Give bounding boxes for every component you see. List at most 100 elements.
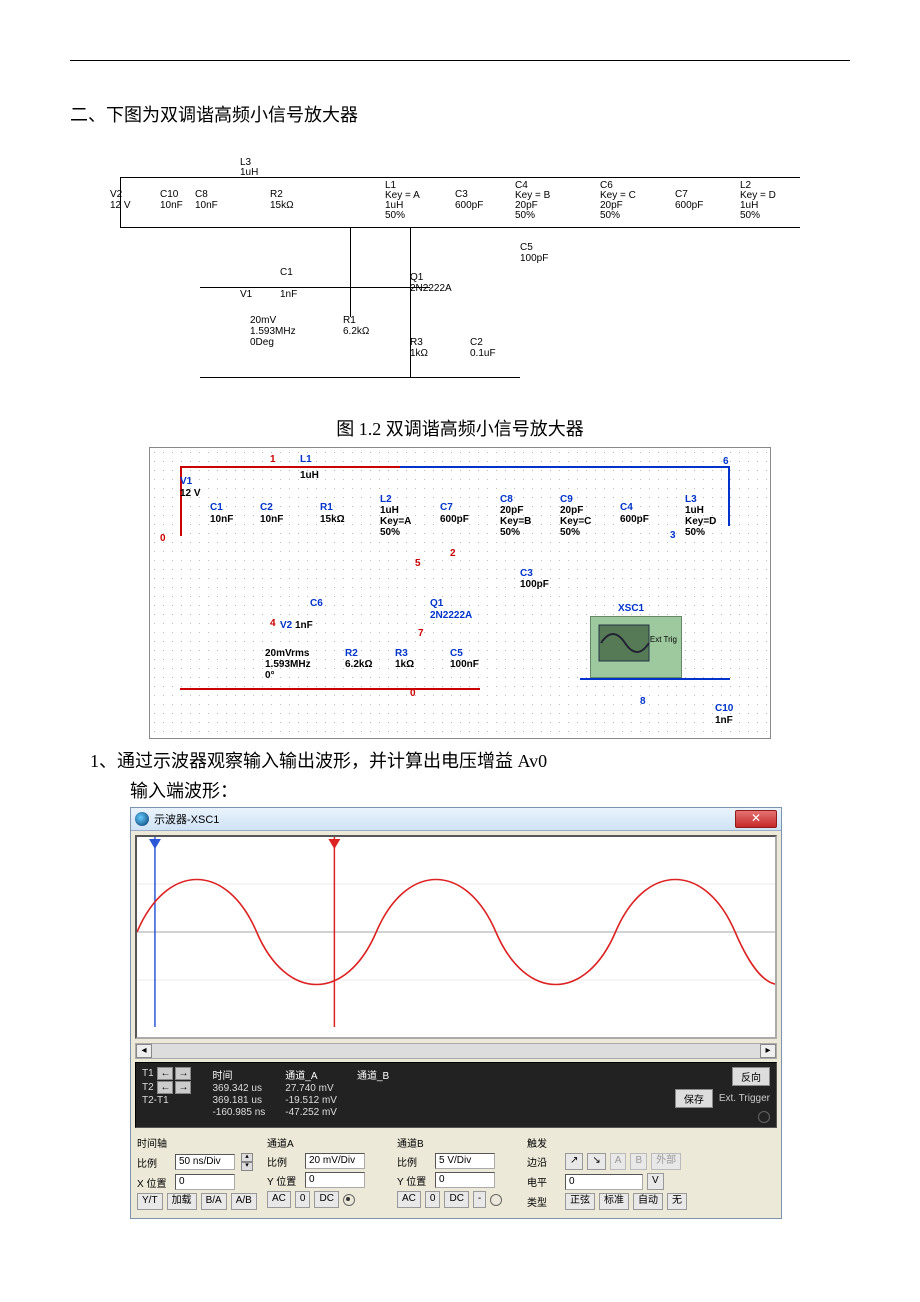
chB-inv-button[interactable]: - (473, 1191, 486, 1208)
t2-left[interactable]: ← (157, 1081, 173, 1094)
lbl-C5: C5 (520, 242, 533, 253)
type-none-button[interactable]: 无 (667, 1193, 687, 1210)
xpos-field[interactable]: 0 (175, 1174, 235, 1190)
val2-L2c: 50% (380, 527, 400, 538)
chB-hdr2: 通道B (397, 1135, 517, 1150)
val2-C4: 600pF (620, 514, 649, 525)
dt-time: -160.985 ns (212, 1107, 265, 1118)
edge-B-button[interactable]: B (630, 1153, 647, 1170)
dt-chA: -47.252 mV (285, 1107, 337, 1118)
val2-L3a: 1uH (685, 505, 704, 516)
chB-scale-field[interactable]: 5 V/Div (435, 1153, 495, 1169)
time-scale-dn[interactable]: ▾ (241, 1162, 253, 1171)
lbl2-C3: C3 (520, 568, 533, 579)
edge-rise-button[interactable]: ↗ (565, 1153, 583, 1170)
lbl2-C4: C4 (620, 502, 633, 513)
val2-R2: 6.2kΩ (345, 659, 372, 670)
ab-button[interactable]: A/B (231, 1193, 257, 1210)
val-C1: 1nF (280, 289, 297, 300)
chA-radio[interactable] (343, 1194, 355, 1206)
chA-ypos-field[interactable]: 0 (305, 1172, 365, 1188)
val2-C1: 10nF (210, 514, 233, 525)
t1-right[interactable]: → (175, 1067, 191, 1080)
val2-C8a: 20pF (500, 505, 523, 516)
oscilloscope-window: 示波器-XSC1 ✕ ◂ ▸ (130, 807, 782, 1219)
edge-lab: 边沿 (527, 1154, 561, 1169)
yt-button[interactable]: Y/T (137, 1193, 163, 1210)
time-scale-field[interactable]: 50 ns/Div (175, 1154, 235, 1170)
t1-left[interactable]: ← (157, 1067, 173, 1080)
type-std-button[interactable]: 标准 (599, 1193, 629, 1210)
chA-scale-lab: 比例 (267, 1154, 301, 1169)
time-hdr2: 时间轴 (137, 1135, 257, 1150)
val-C8: 10nF (195, 200, 218, 211)
val-C10: 10nF (160, 200, 183, 211)
lbl2-R2: R2 (345, 648, 358, 659)
schematic-sim: 1 5 2 0 0 4 7 6 3 8 L1 1uH V1 12 V C1 10… (149, 447, 771, 739)
val-R1: 6.2kΩ (343, 326, 369, 337)
val2-C9a: 20pF (560, 505, 583, 516)
val-C4c: 50% (515, 210, 535, 221)
t2-right[interactable]: → (175, 1081, 191, 1094)
chB-ac-button[interactable]: AC (397, 1191, 421, 1208)
val2-V2b: 1.593MHz (265, 659, 311, 670)
val2-C6: 1nF (295, 620, 313, 631)
lbl2-V1: V1 (180, 476, 192, 487)
lbl2-C2: C2 (260, 502, 273, 513)
t2-time: 369.181 us (212, 1095, 265, 1106)
edge-fall-button[interactable]: ↘ (587, 1153, 605, 1170)
chB-ypos-field[interactable]: 0 (435, 1172, 495, 1188)
page-rule (70, 60, 850, 61)
chB-dc-button[interactable]: DC (444, 1191, 468, 1208)
chA-0-button[interactable]: 0 (295, 1191, 311, 1208)
edge-ext-button[interactable]: 外部 (651, 1153, 681, 1170)
section-title: 二、下图为双调谐高频小信号放大器 (70, 101, 850, 127)
scroll-left-button[interactable]: ◂ (136, 1044, 152, 1058)
val2-Q1: 2N2222A (430, 610, 472, 621)
lbl2-L3: L3 (685, 494, 697, 505)
net-2: 2 (450, 548, 456, 559)
chB-0-button[interactable]: 0 (425, 1191, 441, 1208)
load-button[interactable]: 加载 (167, 1193, 197, 1210)
close-button[interactable]: ✕ (735, 810, 777, 828)
t1-chA: 27.740 mV (285, 1083, 337, 1094)
reverse-button[interactable]: 反向 (732, 1067, 770, 1086)
osc-control-panel: 时间轴 比例 50 ns/Div ▴▾ X 位置 0 Y/T 加载 B/A A/… (131, 1131, 781, 1218)
ext-trigger-radio[interactable] (758, 1111, 770, 1123)
lbl-R2: R2 (270, 189, 283, 200)
ba-button[interactable]: B/A (201, 1193, 227, 1210)
lbl-V1: V1 (240, 289, 252, 300)
lbl2-C10: C10 (715, 703, 733, 714)
osc-app-icon (135, 812, 149, 826)
type-sine-button[interactable]: 正弦 (565, 1193, 595, 1210)
val-L1c: 50% (385, 210, 405, 221)
osc-hscroll[interactable]: ◂ ▸ (135, 1043, 777, 1059)
chA-ac-button[interactable]: AC (267, 1191, 291, 1208)
time-hdr: 时间 (212, 1067, 265, 1082)
waveform-svg (137, 837, 775, 1027)
scope-icon[interactable]: Ext Trig (590, 616, 682, 678)
chA-dc-button[interactable]: DC (314, 1191, 338, 1208)
val2-L1: 1uH (300, 470, 319, 481)
osc-screen[interactable] (135, 835, 777, 1039)
panel-chA: 通道A 比例 20 mV/Div Y 位置 0 AC 0 DC (267, 1135, 387, 1210)
chB-radio[interactable] (490, 1194, 502, 1206)
save-button[interactable]: 保存 (675, 1089, 713, 1108)
time-scale-up[interactable]: ▴ (241, 1153, 253, 1162)
chB-hdr: 通道_B (357, 1067, 389, 1082)
level-unit[interactable]: V (647, 1173, 664, 1190)
chB-scale-lab: 比例 (397, 1154, 431, 1169)
type-auto-button[interactable]: 自动 (633, 1193, 663, 1210)
net-1: 1 (270, 454, 276, 465)
val2-L2a: 1uH (380, 505, 399, 516)
lbl-R3: R3 (410, 337, 423, 348)
osc-titlebar[interactable]: 示波器-XSC1 ✕ (131, 808, 781, 831)
edge-A-button[interactable]: A (610, 1153, 627, 1170)
chA-ypos-lab: Y 位置 (267, 1173, 301, 1188)
scroll-right-button[interactable]: ▸ (760, 1044, 776, 1058)
lbl2-Q1: Q1 (430, 598, 443, 609)
val-C3: 600pF (455, 200, 483, 211)
level-field[interactable]: 0 (565, 1174, 643, 1190)
chA-scale-field[interactable]: 20 mV/Div (305, 1153, 365, 1169)
lbl2-L2: L2 (380, 494, 392, 505)
